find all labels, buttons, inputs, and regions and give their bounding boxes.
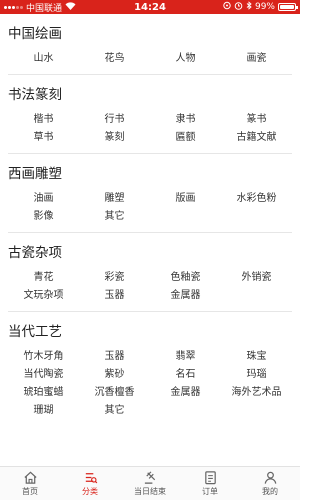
section-title: 当代工艺 <box>8 324 62 340</box>
subcategory-item[interactable]: 当代陶瓷 <box>8 366 79 384</box>
tab-category[interactable]: 分类 <box>60 467 120 500</box>
home-icon <box>23 471 37 484</box>
subcategory-grid: 油画 雕塑 版画 水彩色粉影像 其它 <box>8 186 292 232</box>
order-icon <box>204 471 216 485</box>
tab-label: 分类 <box>82 487 98 496</box>
section-title: 中国绘画 <box>8 26 62 42</box>
subcategory-item[interactable]: 色釉瓷 <box>150 269 221 287</box>
battery-fill <box>280 5 294 9</box>
tab-orders[interactable]: 订单 <box>180 467 240 500</box>
tab-label: 当日结束 <box>134 487 166 496</box>
subcategory-item[interactable]: 楷书 <box>8 111 79 129</box>
subcategory-item[interactable]: 玛瑙 <box>221 366 292 384</box>
section-divider <box>8 232 292 233</box>
tab-home[interactable]: 首页 <box>0 467 60 500</box>
carrier-label: 中国联通 <box>26 3 63 14</box>
subcategory-item[interactable]: 沉香檀香 <box>79 384 150 402</box>
subcategory-item[interactable]: 山水 <box>8 50 79 68</box>
subcategory-grid: 青花 彩瓷 色釉瓷 外销瓷文玩杂项 玉器 金属器 <box>8 265 292 311</box>
category-section: 当代工艺竹木牙角 玉器 翡翠 珠宝当代陶瓷 紫砂 名石 玛瑙琥珀蜜蜡 沉香檀香 金属器 海外艺术品… <box>0 320 300 426</box>
tab-label: 订单 <box>202 487 218 496</box>
subcategory-item[interactable]: 珠宝 <box>221 348 292 366</box>
subcategory-item[interactable]: 玉器 <box>79 287 150 305</box>
subcategory-item[interactable]: 匾额 <box>150 129 221 147</box>
status-left: 中国联通 <box>4 1 223 14</box>
category-icon <box>85 473 97 484</box>
subcategory-item[interactable]: 琥珀蜜蜡 <box>8 384 79 402</box>
subcategory-item[interactable]: 海外艺术品 <box>221 384 292 402</box>
subcategory-item[interactable]: 金属器 <box>150 287 221 305</box>
signal-icon <box>4 5 23 9</box>
subcategory-item[interactable]: 紫砂 <box>79 366 150 384</box>
status-bar: 中国联通 14:24 99% <box>0 0 300 14</box>
wifi-icon <box>65 1 76 13</box>
subcategory-item[interactable]: 青花 <box>8 269 79 287</box>
section-title: 书法篆刻 <box>8 87 62 103</box>
section-divider <box>8 74 292 75</box>
subcategory-item[interactable]: 翡翠 <box>150 348 221 366</box>
subcategory-item[interactable]: 画瓷 <box>221 50 292 68</box>
status-right: 99% <box>223 1 298 13</box>
subcategory-item[interactable]: 古籍文献 <box>221 129 292 147</box>
subcategory-item[interactable]: 雕塑 <box>79 190 150 208</box>
subcategory-item[interactable]: 玉器 <box>79 348 150 366</box>
section-divider <box>8 153 292 154</box>
tab-mine[interactable]: 我的 <box>240 467 300 500</box>
tab-ending-today[interactable]: 当日结束 <box>120 467 180 500</box>
subcategory-grid: 竹木牙角 玉器 翡翠 珠宝当代陶瓷 紫砂 名石 玛瑙琥珀蜜蜡 沉香檀香 金属器 海外艺术品珊瑚 其它 <box>8 344 292 426</box>
subcategory-item[interactable]: 篆书 <box>221 111 292 129</box>
subcategory-item[interactable]: 行书 <box>79 111 150 129</box>
subcategory-item[interactable]: 草书 <box>8 129 79 147</box>
subcategory-grid: 楷书 行书 隶书 篆书草书 篆刻 匾额 古籍文献 <box>8 107 292 153</box>
section-title: 西画雕塑 <box>8 166 62 182</box>
battery-icon <box>278 3 298 11</box>
location-icon <box>223 1 231 13</box>
subcategory-item[interactable]: 隶书 <box>150 111 221 129</box>
subcategory-item[interactable]: 花鸟 <box>79 50 150 68</box>
subcategory-item[interactable]: 人物 <box>150 50 221 68</box>
battery-percent: 99% <box>254 2 275 12</box>
category-list[interactable]: 中国绘画山水 花鸟 人物 画瓷书法篆刻楷书 行书 隶书 篆书草书 篆刻 匾额 古籍文献西画雕塑油画… <box>0 14 300 466</box>
subcategory-item[interactable]: 油画 <box>8 190 79 208</box>
section-title: 古瓷杂项 <box>8 245 62 261</box>
subcategory-item[interactable]: 竹木牙角 <box>8 348 79 366</box>
subcategory-item[interactable]: 其它 <box>79 402 150 420</box>
subcategory-item[interactable]: 珊瑚 <box>8 402 79 420</box>
subcategory-item[interactable]: 其它 <box>79 208 150 226</box>
subcategory-item[interactable]: 版画 <box>150 190 221 208</box>
category-section: 中国绘画山水 花鸟 人物 画瓷 <box>0 22 300 74</box>
bluetooth-icon <box>246 1 252 13</box>
tab-label: 首页 <box>22 487 38 496</box>
gavel-icon <box>144 471 155 484</box>
subcategory-item[interactable]: 水彩色粉 <box>221 190 292 208</box>
category-section: 古瓷杂项青花 彩瓷 色釉瓷 外销瓷文玩杂项 玉器 金属器 <box>0 241 300 311</box>
bottom-tab-bar: 首页 分类 当日结束 订单 我的 <box>0 466 300 500</box>
subcategory-item[interactable]: 外销瓷 <box>221 269 292 287</box>
section-divider <box>8 311 292 312</box>
subcategory-grid: 山水 花鸟 人物 画瓷 <box>8 46 292 74</box>
user-icon <box>264 471 276 484</box>
category-section: 书法篆刻楷书 行书 隶书 篆书草书 篆刻 匾额 古籍文献 <box>0 83 300 153</box>
subcategory-item[interactable]: 文玩杂项 <box>8 287 79 305</box>
subcategory-item[interactable]: 彩瓷 <box>79 269 150 287</box>
alarm-icon <box>234 1 243 13</box>
subcategory-item[interactable]: 篆刻 <box>79 129 150 147</box>
tab-label: 我的 <box>262 487 278 496</box>
subcategory-item[interactable]: 名石 <box>150 366 221 384</box>
subcategory-item[interactable]: 金属器 <box>150 384 221 402</box>
subcategory-item[interactable]: 影像 <box>8 208 79 226</box>
category-section: 西画雕塑油画 雕塑 版画 水彩色粉影像 其它 <box>0 162 300 232</box>
